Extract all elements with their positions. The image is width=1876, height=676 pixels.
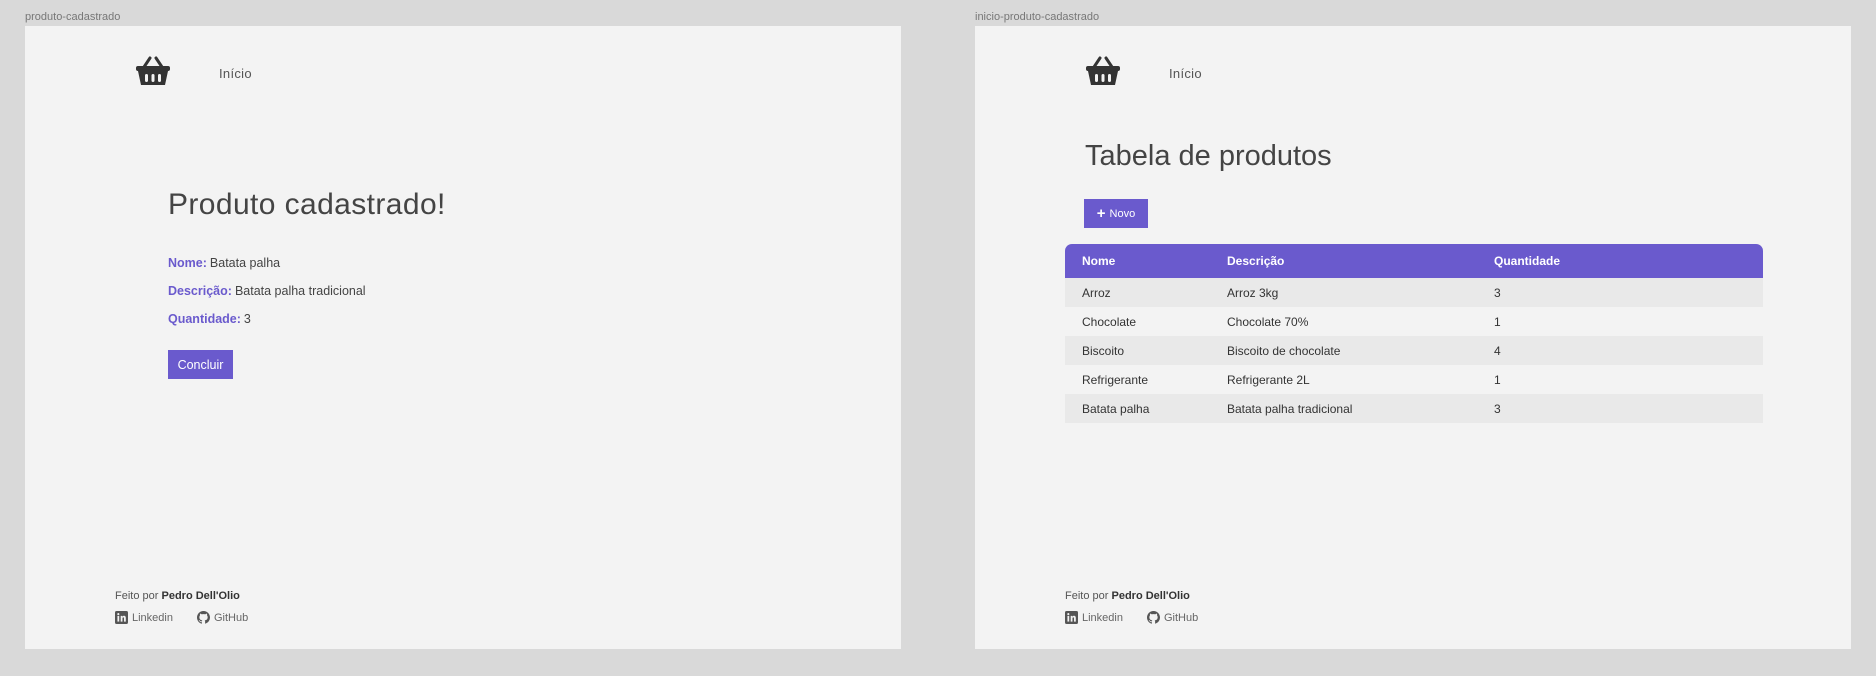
field-quantidade: Quantidade: 3 xyxy=(168,312,251,326)
footer-author: Pedro Dell'Olio xyxy=(1111,590,1190,602)
cell-quantidade: 3 xyxy=(1494,285,1501,300)
linkedin-label: Linkedin xyxy=(1082,611,1123,624)
cell-nome: Chocolate xyxy=(1082,314,1137,329)
cell-quantidade: 4 xyxy=(1494,343,1501,358)
novo-label: Novo xyxy=(1109,207,1136,220)
footer-links: Linkedin GitHub xyxy=(1065,611,1198,624)
github-label: GitHub xyxy=(1163,611,1199,624)
field-value: Batata palha xyxy=(209,256,281,270)
nav-link-inicio[interactable]: Início xyxy=(1169,66,1202,81)
cell-nome: Arroz xyxy=(1082,285,1111,300)
cell-quantidade: 3 xyxy=(1494,401,1501,416)
github-icon xyxy=(196,611,210,624)
nav-link-inicio[interactable]: Início xyxy=(219,66,252,81)
header-descricao: Descrição xyxy=(1227,254,1285,268)
frame-label-produto-cadastrado: produto-cadastrado xyxy=(25,11,121,23)
field-value: 3 xyxy=(243,312,251,326)
linkedin-icon xyxy=(1065,611,1078,624)
plus-icon: + xyxy=(1096,205,1106,222)
field-label: Descrição: xyxy=(168,284,232,298)
page-title: Tabela de produtos xyxy=(1085,140,1332,172)
footer-links: Linkedin GitHub xyxy=(115,611,248,624)
cell-nome: Biscoito xyxy=(1082,343,1125,358)
footer-prefix: Feito por xyxy=(1065,590,1109,602)
field-descricao: Descrição: Batata palha tradicional xyxy=(168,284,366,298)
cell-descricao: Batata palha tradicional xyxy=(1227,401,1353,416)
novo-button[interactable]: + Novo xyxy=(1084,199,1148,228)
field-label: Quantidade: xyxy=(168,312,241,326)
table-row[interactable]: Arroz Arroz 3kg 3 xyxy=(1065,278,1763,307)
field-label: Nome: xyxy=(168,256,207,270)
linkedin-link[interactable]: Linkedin xyxy=(1065,611,1123,624)
github-link[interactable]: GitHub xyxy=(196,611,249,624)
basket-icon[interactable] xyxy=(135,56,171,86)
cell-descricao: Arroz 3kg xyxy=(1227,285,1279,300)
header-nome: Nome xyxy=(1082,254,1116,268)
frame-produto-cadastrado: Início Produto cadastrado! Nome: Batata p… xyxy=(25,26,901,649)
footer-credit: Feito por Pedro Dell'Olio xyxy=(115,590,240,602)
linkedin-icon xyxy=(115,611,128,624)
cell-quantidade: 1 xyxy=(1494,314,1501,329)
footer-credit: Feito por Pedro Dell'Olio xyxy=(1065,590,1190,602)
footer-prefix: Feito por xyxy=(115,590,159,602)
table-row[interactable]: Biscoito Biscoito de chocolate 4 xyxy=(1065,336,1763,365)
cell-nome: Refrigerante xyxy=(1082,372,1149,387)
linkedin-link[interactable]: Linkedin xyxy=(115,611,173,624)
table-row[interactable]: Refrigerante Refrigerante 2L 1 xyxy=(1065,365,1763,394)
table-row[interactable]: Chocolate Chocolate 70% 1 xyxy=(1065,307,1763,336)
table-row[interactable]: Batata palha Batata palha tradicional 3 xyxy=(1065,394,1763,423)
field-value: Batata palha tradicional xyxy=(234,284,366,298)
cell-quantidade: 1 xyxy=(1494,372,1501,387)
cell-descricao: Refrigerante 2L xyxy=(1227,372,1310,387)
table-header: Nome Descrição Quantidade xyxy=(1065,244,1763,278)
github-link[interactable]: GitHub xyxy=(1146,611,1199,624)
page-title: Produto cadastrado! xyxy=(168,188,446,221)
concluir-button[interactable]: Concluir xyxy=(168,350,233,379)
github-icon xyxy=(1146,611,1160,624)
header-quantidade: Quantidade xyxy=(1494,254,1561,268)
basket-icon[interactable] xyxy=(1085,56,1121,86)
linkedin-label: Linkedin xyxy=(132,611,173,624)
cell-nome: Batata palha xyxy=(1082,401,1150,416)
products-table: Nome Descrição Quantidade Arroz Arroz 3k… xyxy=(1065,244,1763,423)
frame-label-inicio-produto-cadastrado: inicio-produto-cadastrado xyxy=(975,11,1100,23)
frame-inicio-produto-cadastrado: Início Tabela de produtos + Novo Nome De… xyxy=(975,26,1851,649)
cell-descricao: Chocolate 70% xyxy=(1227,314,1309,329)
field-nome: Nome: Batata palha xyxy=(168,256,280,270)
footer-author: Pedro Dell'Olio xyxy=(161,590,240,602)
cell-descricao: Biscoito de chocolate xyxy=(1227,343,1341,358)
github-label: GitHub xyxy=(213,611,249,624)
